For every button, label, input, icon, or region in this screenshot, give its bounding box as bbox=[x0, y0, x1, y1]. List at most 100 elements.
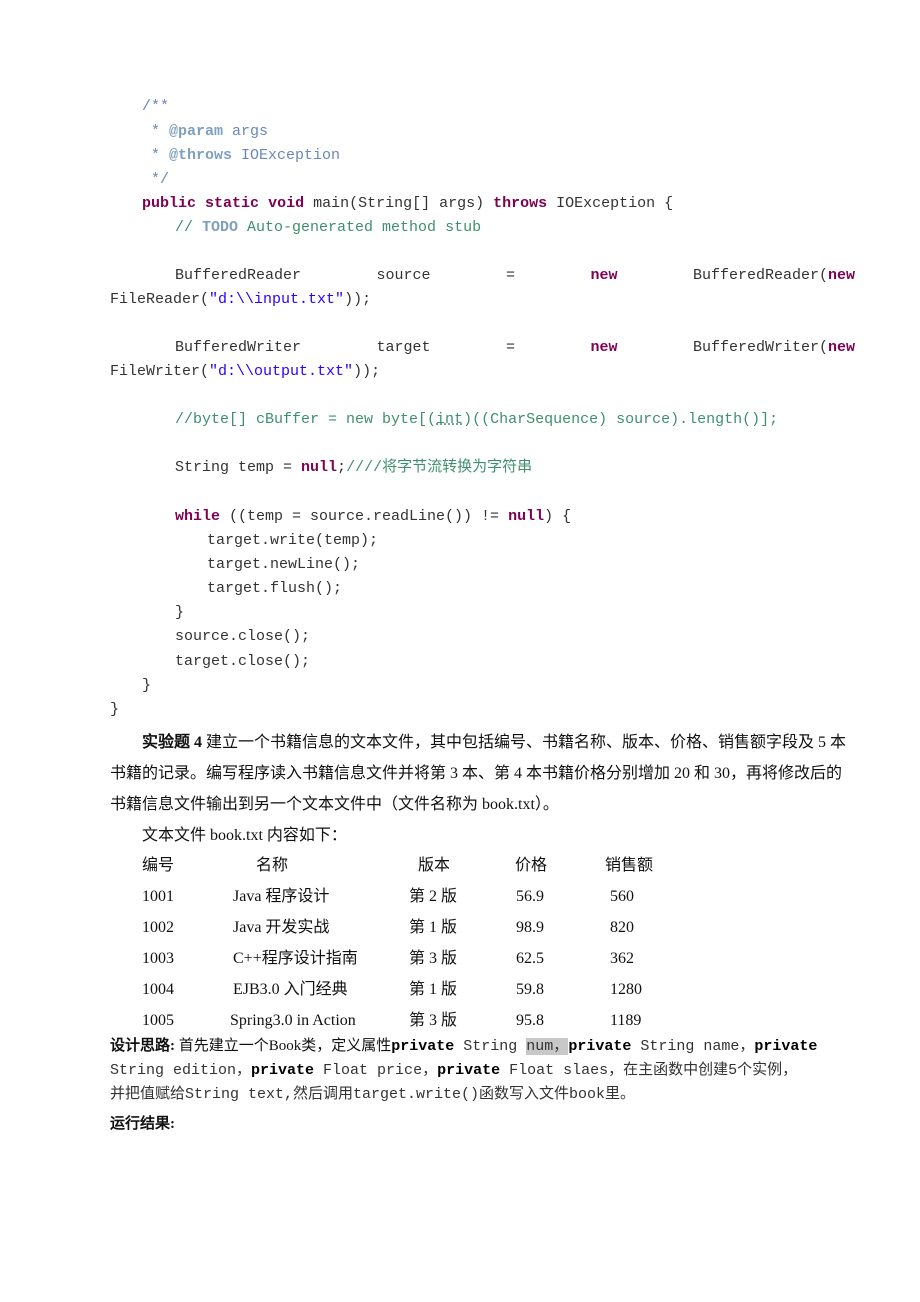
close-line: source.close(); bbox=[175, 628, 311, 645]
keyword: new bbox=[590, 339, 618, 356]
operator: = bbox=[505, 267, 515, 284]
table-cell: 56.9 bbox=[516, 888, 544, 905]
table-header-cell: 销售额 bbox=[605, 857, 654, 874]
table-cell: 第 2 版 bbox=[409, 888, 458, 905]
table-cell: 362 bbox=[610, 950, 634, 967]
table-cell: Spring3.0 in Action bbox=[230, 1012, 356, 1029]
table-cell: 1005 bbox=[142, 1012, 174, 1029]
table-header-cell: 价格 bbox=[515, 857, 548, 874]
close-line: target.close(); bbox=[175, 653, 311, 670]
code-text: Float slaes，在主函数中创建5个实例， bbox=[500, 1062, 798, 1079]
body-line: target.newLine(); bbox=[207, 556, 361, 573]
table-header-cell: 名称 bbox=[256, 857, 289, 874]
punctuation: ; bbox=[337, 459, 347, 476]
exercise-line: 实验题 4 建立一个书籍信息的文本文件，其中包括编号、书籍名称、版本、价格、销售… bbox=[142, 730, 846, 756]
exception-type: IOException { bbox=[547, 195, 674, 212]
exercise-line: 书籍信息文件输出到另一个文本文件中（文件名称为 book.txt）。 bbox=[110, 796, 559, 813]
javadoc-prefix: * bbox=[142, 123, 170, 140]
table-cell: 1003 bbox=[142, 950, 174, 967]
table-cell: Java 开发实战 bbox=[233, 919, 330, 936]
table-cell: 62.5 bbox=[516, 950, 544, 967]
code-text: String bbox=[454, 1038, 527, 1055]
code-text: String name， bbox=[631, 1038, 755, 1055]
design-text: 并把值赋给String text,然后调用target.write()函数写入文… bbox=[110, 1086, 636, 1103]
javadoc-open: /** bbox=[142, 98, 170, 115]
table-header-cell: 版本 bbox=[418, 857, 451, 874]
keyword: public bbox=[142, 195, 197, 212]
javadoc-prefix: * bbox=[142, 147, 170, 164]
constructor-call: BufferedWriter(new bbox=[693, 336, 855, 360]
result-label: 运行结果: bbox=[110, 1116, 175, 1132]
table-cell: 1189 bbox=[610, 1012, 642, 1029]
keyword: null bbox=[301, 459, 338, 476]
design-line: 并把值赋给String text,然后调用target.write()函数写入文… bbox=[110, 1081, 635, 1107]
design-label: 设计思路: bbox=[110, 1038, 175, 1054]
keyword: null bbox=[508, 508, 545, 525]
table-header-cell: 编号 bbox=[142, 857, 175, 874]
design-line: String edition，private Float price，priva… bbox=[110, 1057, 797, 1083]
while-statement: while ((temp = source.readLine()) != nul… bbox=[175, 505, 571, 529]
code-block: /** * @param args * @throws IOException … bbox=[0, 0, 920, 718]
comment-warning-token: int bbox=[436, 411, 464, 428]
comment-text: //byte[] cBuffer = new byte[( bbox=[175, 411, 437, 428]
file-intro: 文本文件 book.txt 内容如下： bbox=[142, 827, 347, 844]
javadoc-throws-text: IOException bbox=[232, 147, 341, 164]
exercise-line: 书籍的记录。编写程序读入书籍信息文件并将第 3 本、第 4 本书籍价格分别增加 … bbox=[110, 765, 843, 782]
todo-tag: TODO bbox=[202, 219, 239, 236]
javadoc-param: * @param args bbox=[142, 120, 268, 144]
variable-name: source bbox=[376, 267, 431, 284]
type-name: BufferedReader bbox=[175, 267, 302, 284]
table-cell: 1004 bbox=[142, 981, 174, 998]
keyword: new bbox=[827, 339, 855, 356]
table-cell: 98.9 bbox=[516, 919, 544, 936]
code-text: String temp = bbox=[175, 459, 302, 476]
table-cell: EJB3.0 入门经典 bbox=[233, 981, 348, 998]
table-cell: 560 bbox=[610, 888, 634, 905]
highlighted-text: num， bbox=[526, 1038, 569, 1055]
punctuation: )); bbox=[353, 363, 381, 380]
code-text: String edition， bbox=[110, 1062, 252, 1079]
punctuation: )); bbox=[344, 291, 372, 308]
table-cell: Java 程序设计 bbox=[233, 888, 330, 905]
table-cell: 59.8 bbox=[516, 981, 544, 998]
comment-text: Auto-generated method stub bbox=[238, 219, 482, 236]
table-cell: 第 3 版 bbox=[409, 950, 458, 967]
constructor-name: FileWriter( bbox=[110, 363, 210, 380]
code-text: ) { bbox=[544, 508, 572, 525]
keyword: private bbox=[251, 1062, 315, 1079]
constructor-name: BufferedWriter( bbox=[692, 339, 828, 356]
constructor-name: BufferedReader( bbox=[692, 267, 828, 284]
table-cell: 第 1 版 bbox=[409, 919, 458, 936]
reader-continuation: FileReader("d:\\input.txt")); bbox=[110, 288, 371, 312]
comment-text: )((CharSequence) source).length()]; bbox=[463, 411, 779, 428]
constructor-call: BufferedReader(new bbox=[693, 264, 855, 288]
table-cell: 第 1 版 bbox=[409, 981, 458, 998]
document-page: /** * @param args * @throws IOException … bbox=[0, 0, 920, 1302]
variable-name: target bbox=[376, 339, 431, 356]
temp-declaration: String temp = null;////将字节流转换为字符串 bbox=[175, 456, 532, 480]
reader-declaration: BufferedReader source = new BufferedRead… bbox=[175, 264, 855, 288]
exercise-text: 建立一个书籍信息的文本文件，其中包括编号、书籍名称、版本、价格、销售额字段及 5… bbox=[202, 734, 847, 751]
code-text: ((temp = source.readLine()) != bbox=[220, 508, 509, 525]
javadoc-throws: * @throws IOException bbox=[142, 144, 340, 168]
table-cell: 1002 bbox=[142, 919, 174, 936]
close-brace: } bbox=[110, 701, 120, 718]
keyword: private bbox=[754, 1038, 818, 1055]
javadoc-close: */ bbox=[142, 171, 170, 188]
keyword: private bbox=[391, 1038, 455, 1055]
operator: = bbox=[505, 339, 515, 356]
table-cell: 第 3 版 bbox=[409, 1012, 458, 1029]
body-line: target.write(temp); bbox=[207, 532, 379, 549]
javadoc-throws-tag: @throws bbox=[169, 147, 233, 164]
inline-comment: ////将字节流转换为字符串 bbox=[346, 459, 533, 476]
design-line: 设计思路: 首先建立一个Book类，定义属性private String num… bbox=[110, 1033, 817, 1059]
todo-comment: // TODO Auto-generated method stub bbox=[175, 216, 481, 240]
string-literal: "d:\\input.txt" bbox=[209, 291, 345, 308]
keyword: private bbox=[437, 1062, 501, 1079]
keyword: void bbox=[268, 195, 305, 212]
close-brace: } bbox=[175, 604, 185, 621]
javadoc-param-tag: @param bbox=[169, 123, 224, 140]
close-brace: } bbox=[142, 677, 152, 694]
javadoc-param-text: args bbox=[223, 123, 269, 140]
table-cell: C++程序设计指南 bbox=[233, 950, 358, 967]
